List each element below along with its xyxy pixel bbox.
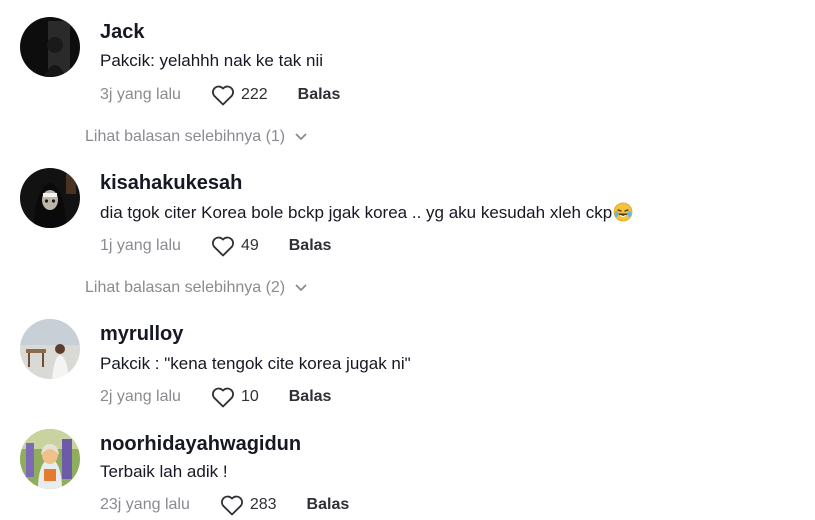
avatar[interactable] — [20, 319, 80, 379]
like-count: 283 — [249, 496, 277, 513]
comment-text: dia tgok citer Korea bole bckp jgak kore… — [100, 202, 633, 223]
like-count: 222 — [240, 86, 268, 103]
like-button[interactable]: 49 — [211, 235, 259, 257]
chevron-down-icon — [295, 284, 307, 291]
comment-meta: 23j yang lalu 283 Balas — [100, 493, 349, 517]
comment-meta: 3j yang lalu 222 Balas — [100, 83, 340, 107]
comment-text: Terbaik lah adik ! — [100, 462, 228, 481]
view-more-replies-label: Lihat balasan selebihnya (2) — [85, 279, 286, 296]
reply-button[interactable]: Balas — [289, 237, 332, 255]
view-more-replies[interactable]: Lihat balasan selebihnya (2) — [85, 279, 307, 297]
comment-text: Pakcik : "kena tengok cite korea jugak n… — [100, 354, 411, 373]
comment-username[interactable]: kisahakukesah — [100, 172, 242, 195]
comment-time: 1j yang lalu — [100, 237, 181, 254]
heart-outline-icon[interactable] — [220, 494, 244, 516]
reply-button[interactable]: Balas — [298, 86, 341, 104]
like-count: 49 — [240, 237, 259, 254]
comment-time: 23j yang lalu — [100, 496, 190, 513]
comment-username[interactable]: myrulloy — [100, 323, 183, 346]
reply-button[interactable]: Balas — [307, 496, 350, 514]
comment-time: 3j yang lalu — [100, 86, 181, 103]
comment-username[interactable]: noorhidayahwagidun — [100, 433, 301, 456]
view-more-replies-label: Lihat balasan selebihnya (1) — [85, 128, 286, 145]
like-count: 10 — [240, 388, 259, 405]
chevron-down-icon — [295, 133, 307, 140]
avatar[interactable] — [20, 429, 80, 489]
comment-username[interactable]: Jack — [100, 21, 145, 44]
avatar[interactable] — [20, 168, 80, 228]
comment-time: 2j yang lalu — [100, 388, 181, 405]
laughing-tears-emoji-icon — [613, 202, 633, 222]
avatar[interactable] — [20, 17, 80, 77]
comment-meta: 2j yang lalu 10 Balas — [100, 385, 331, 409]
comment-text: Pakcik: yelahhh nak ke tak nii — [100, 51, 324, 70]
like-button[interactable]: 283 — [220, 494, 277, 516]
heart-outline-icon[interactable] — [211, 235, 235, 257]
heart-outline-icon[interactable] — [211, 386, 235, 408]
like-button[interactable]: 222 — [211, 84, 268, 106]
comment-meta: 1j yang lalu 49 Balas — [100, 234, 331, 258]
comment-text-content: dia tgok citer Korea bole bckp jgak kore… — [100, 203, 613, 222]
like-button[interactable]: 10 — [211, 386, 259, 408]
view-more-replies[interactable]: Lihat balasan selebihnya (1) — [85, 128, 307, 146]
reply-button[interactable]: Balas — [289, 388, 332, 406]
heart-outline-icon[interactable] — [211, 84, 235, 106]
